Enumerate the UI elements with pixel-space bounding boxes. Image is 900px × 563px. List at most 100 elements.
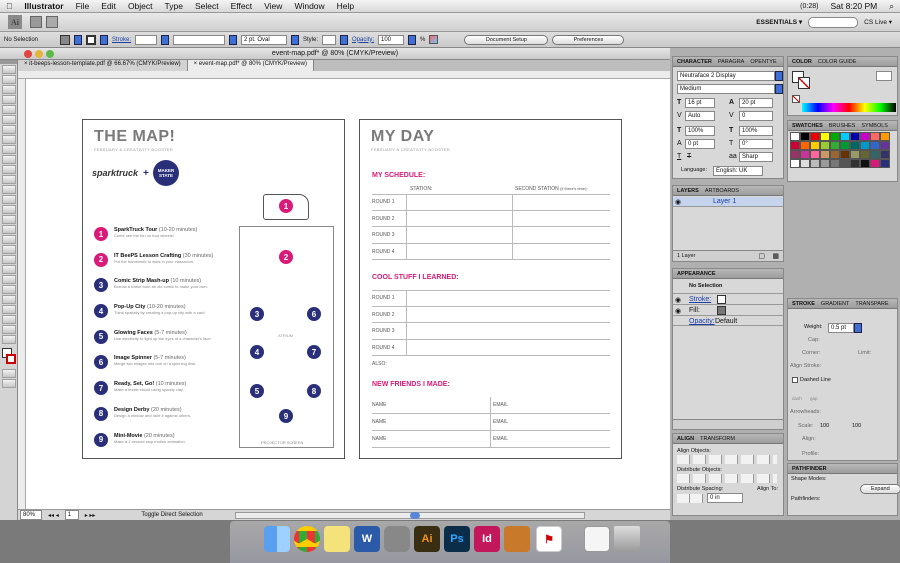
vertical-scale-field[interactable]: 100%: [685, 126, 715, 136]
direct-selection-tool-icon[interactable]: [2, 75, 16, 84]
menu-object[interactable]: Object: [122, 1, 159, 11]
finder-icon[interactable]: [264, 526, 290, 552]
app-icon[interactable]: [504, 526, 530, 552]
draw-mode-icon[interactable]: [2, 369, 16, 378]
minimize-window-icon[interactable]: [35, 50, 43, 58]
tab-appearance[interactable]: APPEARANCE: [677, 271, 716, 277]
font-family-field[interactable]: Neutraface 2 Display: [677, 71, 775, 81]
stroke-link[interactable]: Stroke:: [689, 296, 711, 303]
indesign-icon[interactable]: Id: [474, 526, 500, 552]
hand-tool-icon[interactable]: [2, 325, 16, 334]
none-swatch-icon[interactable]: [792, 95, 800, 103]
tab-opentype[interactable]: OPENTYE: [750, 59, 776, 65]
antialias-field[interactable]: Sharp: [739, 152, 773, 162]
visibility-eye-icon[interactable]: ◉: [675, 198, 681, 206]
menu-view[interactable]: View: [258, 1, 288, 11]
workspace-switcher[interactable]: ESSENTIALS ▾: [750, 18, 808, 26]
stroke-weight-field[interactable]: [135, 34, 158, 45]
menu-select[interactable]: Select: [189, 1, 225, 11]
menu-window[interactable]: Window: [288, 1, 330, 11]
lasso-tool-icon[interactable]: [2, 95, 16, 104]
first-artboard-icon[interactable]: ◂◂ ◂: [48, 512, 59, 519]
column-graph-tool-icon[interactable]: [2, 295, 16, 304]
magic-wand-tool-icon[interactable]: [2, 85, 16, 94]
leading-field[interactable]: 20 pt: [739, 98, 773, 108]
opacity-dropdown[interactable]: [408, 34, 417, 45]
font-family-dropdown[interactable]: [775, 71, 783, 81]
style-dropdown[interactable]: [340, 34, 349, 45]
scale-end-value[interactable]: 100: [852, 423, 861, 429]
artboard-number-field[interactable]: 1: [64, 510, 79, 520]
font-size-field[interactable]: 16 pt: [685, 98, 715, 108]
tab-pathfinder[interactable]: PATHFINDER: [792, 466, 827, 472]
shape-builder-tool-icon[interactable]: [2, 225, 16, 234]
tab-layers[interactable]: LAYERS: [677, 188, 699, 194]
pencil-tool-icon[interactable]: [2, 155, 16, 164]
fill-stroke-indicator[interactable]: [0, 346, 17, 368]
selection-tool-icon[interactable]: [2, 65, 16, 74]
document-tab-active[interactable]: × event-map.pdf* @ 80% (CMYK/Preview): [187, 60, 314, 71]
cs-live-button[interactable]: CS Live ▾: [864, 18, 892, 26]
stroke-swatch-icon[interactable]: [717, 295, 726, 304]
layer-row[interactable]: ◉ Layer 1: [673, 197, 783, 207]
next-artboard-icon[interactable]: ▸ ▸▸: [85, 512, 96, 519]
battery-status[interactable]: (0:28): [794, 3, 824, 10]
paintbrush-tool-icon[interactable]: [2, 145, 16, 154]
tab-transparency[interactable]: TRANSPARE: [855, 301, 888, 307]
color-spectrum-ramp[interactable]: [802, 103, 896, 112]
tab-symbols[interactable]: SYMBOLS: [861, 123, 888, 129]
horizontal-scrollbar[interactable]: [234, 511, 585, 519]
swatch-grid[interactable]: [790, 132, 896, 168]
recolor-icon[interactable]: [429, 35, 439, 44]
tab-gradient[interactable]: GRADIENT: [821, 301, 849, 307]
gradient-tool-icon[interactable]: [2, 255, 16, 264]
eyedropper-tool-icon[interactable]: [2, 265, 16, 274]
tracking-field[interactable]: 0: [739, 111, 773, 121]
free-transform-tool-icon[interactable]: [2, 215, 16, 224]
appearance-stroke-row[interactable]: ◉ Stroke:: [673, 293, 783, 304]
slice-tool-icon[interactable]: [2, 315, 16, 324]
dashed-line-checkbox[interactable]: [792, 377, 798, 383]
eraser-tool-icon[interactable]: [2, 175, 16, 184]
weight-dropdown[interactable]: [854, 323, 862, 333]
fill-swatch[interactable]: [60, 34, 70, 45]
menu-help[interactable]: Help: [331, 1, 360, 11]
tab-swatches[interactable]: SWATCHES: [792, 123, 823, 129]
menu-effect[interactable]: Effect: [225, 1, 259, 11]
stroke-weight-dropdown[interactable]: [161, 34, 170, 45]
width-tool-icon[interactable]: [2, 205, 16, 214]
tab-color-guide[interactable]: COLOR GUIDE: [818, 59, 857, 65]
font-style-dropdown[interactable]: [775, 84, 783, 94]
kerning-field[interactable]: Auto: [685, 111, 715, 121]
scale-start-value[interactable]: 100: [820, 423, 829, 429]
visibility-eye-icon[interactable]: ◉: [675, 296, 681, 304]
fill-swatch-icon[interactable]: [717, 306, 726, 315]
zoom-field[interactable]: 80%: [20, 510, 42, 520]
word-icon[interactable]: W: [354, 526, 380, 552]
photoshop-icon[interactable]: Ps: [444, 526, 470, 552]
bridge-icon[interactable]: [30, 16, 42, 28]
trash-icon[interactable]: [614, 526, 640, 552]
tint-field[interactable]: [876, 71, 892, 81]
pen-tool-icon[interactable]: [2, 105, 16, 114]
rotate-tool-icon[interactable]: [2, 185, 16, 194]
rectangle-tool-icon[interactable]: [2, 135, 16, 144]
brush-definition[interactable]: 2 pt. Oval: [241, 34, 288, 45]
visibility-eye-icon[interactable]: ◉: [675, 307, 681, 315]
opacity-field[interactable]: 100: [378, 34, 405, 45]
stickies-icon[interactable]: [324, 526, 350, 552]
distribute-spacing-buttons[interactable]: [677, 494, 703, 503]
chrome-icon[interactable]: [294, 526, 320, 552]
scroll-thumb[interactable]: [409, 511, 420, 519]
tab-paragraph[interactable]: PARAGRA: [718, 59, 745, 65]
zoom-tool-icon[interactable]: [2, 335, 16, 344]
horizontal-ruler[interactable]: [18, 71, 670, 79]
artboard-map[interactable]: THE MAP! FEBRUARY & CREATIVITY BOOSTER s…: [82, 119, 345, 459]
scale-tool-icon[interactable]: [2, 195, 16, 204]
spotlight-icon[interactable]: ⌕: [883, 1, 900, 12]
expand-button[interactable]: Expand: [860, 484, 900, 494]
stroke-weight-field[interactable]: 0.5 pt: [828, 323, 854, 333]
font-style-field[interactable]: Medium: [677, 84, 775, 94]
delete-layer-icon[interactable]: ▦: [772, 252, 779, 260]
fill-dropdown[interactable]: [74, 34, 82, 45]
